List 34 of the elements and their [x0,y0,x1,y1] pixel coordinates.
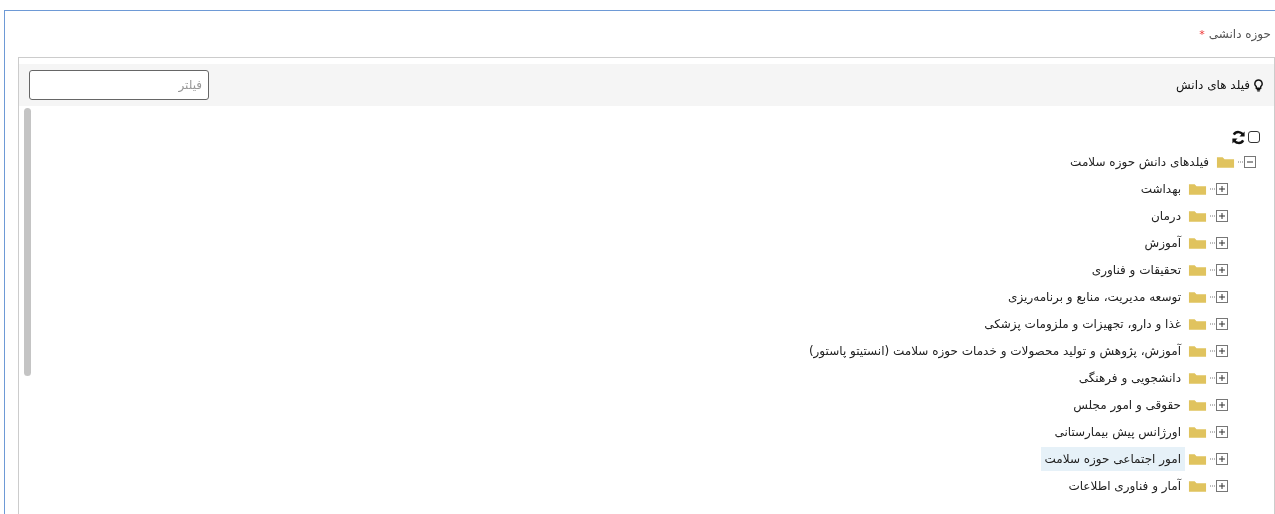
scrollbar[interactable] [24,108,31,376]
folder-icon [1188,370,1207,385]
tree-item[interactable]: فیلدهای دانش حوزه سلامت [1066,149,1213,174]
tree-item[interactable]: امور اجتماعی حوزه سلامت [1040,446,1185,471]
folder-icon [1188,289,1207,304]
folder-icon [1188,262,1207,277]
tree-item[interactable]: دانشجویی و فرهنگی [1074,365,1185,390]
filter-field[interactable]: فیلتر [29,70,209,100]
tree-item[interactable]: درمان [1146,203,1185,228]
tree-item[interactable]: بهداشت [1136,176,1185,201]
required-mark: * [1199,27,1205,41]
tree-item[interactable]: اورژانس پیش بیمارستانی [1050,419,1185,444]
tree-item[interactable]: آموزش، پژوهش و تولید محصولات و خدمات حوزه سلامت (انستیتو پاستور) [804,338,1185,363]
tree-item[interactable]: توسعه مدیریت، منابع و برنامه‌ریزی [1004,284,1185,309]
field-label: حوزه دانشی [1208,27,1271,41]
folder-icon [1188,343,1207,358]
tree-item[interactable]: آمار و فناوری اطلاعات [1064,473,1185,498]
lightbulb-icon [1253,78,1264,92]
folder-icon [1188,235,1207,250]
tree-item[interactable]: تحقیقات و فناوری [1087,257,1185,282]
tree-item[interactable]: غذا و دارو، تجهیزات و ملزومات پزشکی [980,311,1185,336]
panel-title: فیلد های دانش [1176,78,1250,92]
folder-icon [1188,451,1207,466]
tree-item[interactable]: حقوقی و امور مجلس [1069,392,1185,417]
select-all-checkbox[interactable] [1248,131,1260,143]
refresh-icon[interactable] [1231,129,1246,145]
folder-icon [1216,154,1235,169]
tree-item[interactable]: آموزش [1140,230,1185,255]
folder-icon [1188,424,1207,439]
folder-icon [1188,316,1207,331]
folder-icon [1188,397,1207,412]
folder-icon [1188,181,1207,196]
folder-icon [1188,208,1207,223]
folder-icon [1188,478,1207,493]
